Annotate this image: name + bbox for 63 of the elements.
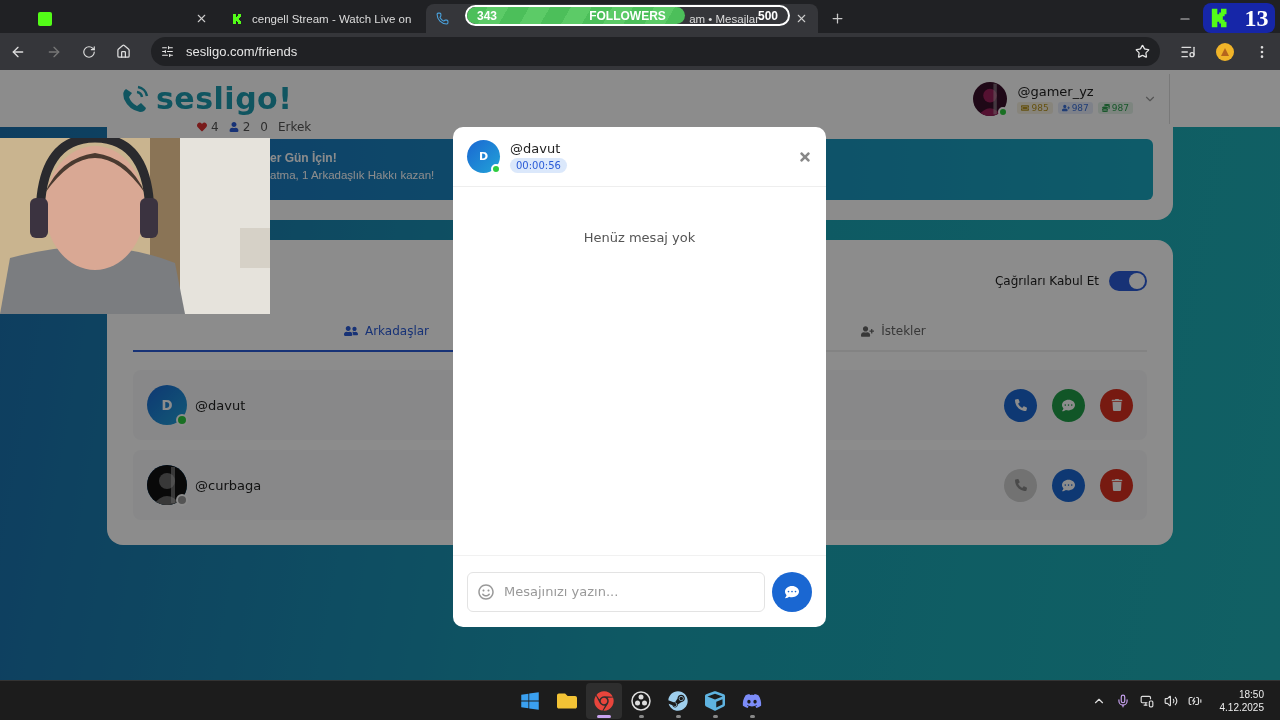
call-button[interactable] [1004,388,1037,422]
avatar: D [147,385,187,425]
username: @gamer_yz [1017,83,1095,99]
close-icon[interactable] [195,12,208,25]
reload-icon[interactable] [82,44,96,59]
clock[interactable]: 18:50 4.12.2025 [1219,687,1264,714]
friend-name: @curbaga [195,477,263,493]
message-button[interactable] [1052,388,1085,422]
users-icon [343,324,358,338]
stat-count: 2 [228,120,251,134]
home-icon[interactable] [116,44,131,59]
call-timer: 00:00:56 [510,157,567,173]
badge-count: 13 [1244,4,1269,32]
send-button[interactable] [772,571,812,612]
address-field[interactable]: sesligo.com/friends [151,37,1160,66]
site-settings-icon[interactable] [161,45,174,58]
windows-icon[interactable] [520,690,540,711]
stat-count: 4 [197,120,219,134]
phone-icon [1014,399,1027,411]
goal-label: FOLLOWERS [589,8,666,23]
stat-count: 0 [260,120,268,134]
logo-text: sesligo! [156,81,293,116]
delete-button[interactable] [1100,468,1133,502]
friend-name: @davut [195,397,247,413]
user-plus-icon [1061,103,1070,112]
favicon-icon [38,11,52,26]
gender-label: Erkek [277,120,312,134]
close-icon[interactable] [795,12,808,25]
chat-icon [1062,478,1075,492]
chat-icon [1062,398,1075,412]
goal-count: 500 [757,8,778,23]
record-icon[interactable] [631,690,651,711]
microphone-icon[interactable] [1115,693,1130,708]
chat-username: @davut [510,140,561,156]
user-plus-icon [861,324,875,338]
toggle-label: Çağrıları Kabul Et [994,274,1099,288]
banner-text: atma, 1 Arkadaşlık Hakkı kazan! [270,169,435,181]
new-tab-icon[interactable] [830,11,845,26]
steam-icon[interactable] [668,690,688,711]
network-icon[interactable] [1139,693,1154,708]
browser-tab[interactable]: cengell Stream - Watch Live on [222,4,422,33]
trash-icon [1110,479,1123,491]
banner-title: er Gün İçin! [270,151,337,165]
coin-icon [1101,103,1110,112]
phone-icon [436,12,449,25]
delete-button[interactable] [1100,388,1133,422]
emoji-icon[interactable] [478,583,494,600]
message-field[interactable]: Mesajınızı yazın... [467,571,765,612]
kick-icon [232,11,244,26]
phone-icon [1014,479,1027,491]
empty-message: Henüz mesaj yok [583,230,696,247]
bookmark-icon[interactable] [1135,44,1150,59]
avatar: D [467,140,500,173]
cube-icon[interactable] [705,690,725,711]
toggle-switch[interactable] [1109,271,1147,291]
chat-icon [785,584,799,599]
ticket-icon [1021,103,1030,112]
browser-icon[interactable] [594,690,614,711]
follower-count: 343 [477,8,498,23]
trash-icon [1110,399,1123,411]
volume-icon[interactable] [1163,693,1178,708]
profile-icon[interactable] [1216,42,1234,61]
message-button[interactable] [1052,468,1085,502]
